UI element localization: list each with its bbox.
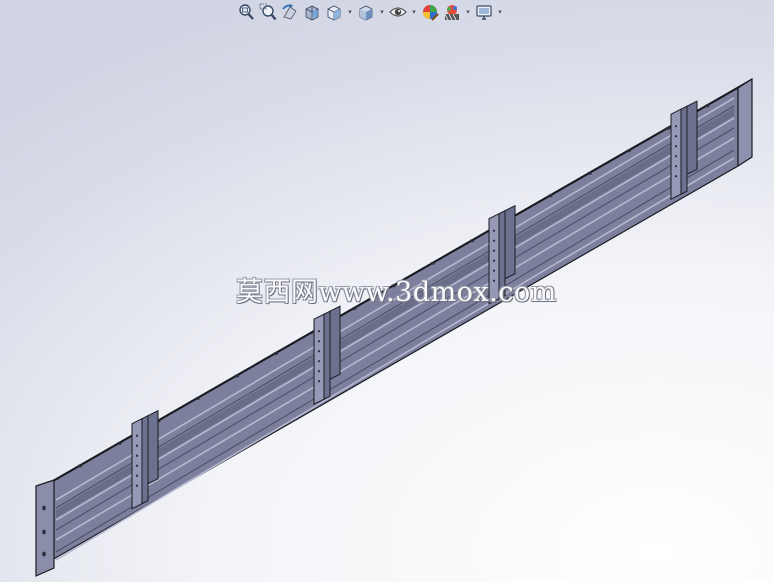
- bracket-flange: [147, 409, 159, 485]
- display-style-icon: [359, 5, 373, 21]
- bracket-upright-side: [498, 209, 506, 300]
- view-orientation-icon: [327, 5, 341, 21]
- bracket-bolt: [135, 464, 139, 467]
- chevron-down-icon[interactable]: ▾: [346, 2, 354, 22]
- bracket-bolt: [492, 279, 496, 282]
- bracket-bolt: [492, 259, 496, 262]
- mounting-hole: [665, 126, 671, 130]
- beam-end-cap-right: [737, 77, 753, 168]
- end-plate-hole: [42, 551, 46, 557]
- mounting-hole: [626, 149, 631, 153]
- bracket-bolt: [674, 175, 678, 178]
- bracket-bolt: [317, 380, 321, 383]
- bracket-flange: [329, 305, 341, 381]
- bracket-bolt: [135, 454, 139, 457]
- bracket-bolt: [135, 444, 139, 447]
- mounting-hole: [352, 306, 357, 310]
- beam-rail-line: [55, 137, 735, 541]
- mounting-hole: [587, 171, 592, 175]
- view-settings-button[interactable]: [474, 2, 494, 22]
- end-plate-hole: [42, 505, 46, 511]
- bracket-bolt: [674, 135, 678, 138]
- mounting-hole: [195, 396, 200, 400]
- beam-rail-line: [55, 149, 735, 553]
- mounting-hole: [548, 194, 553, 198]
- bracket-upright-side: [680, 105, 688, 196]
- section-view-icon: [305, 5, 319, 21]
- view-orientation-button[interactable]: [324, 2, 344, 22]
- hide-show-items-button[interactable]: [388, 2, 408, 22]
- bracket-upright-side: [323, 310, 331, 401]
- bracket-flange: [504, 204, 516, 280]
- bracket-bolt: [317, 340, 321, 343]
- bracket-bolt: [492, 229, 496, 232]
- mounting-hole: [469, 239, 475, 243]
- previous-view-button[interactable]: [280, 2, 300, 22]
- mounting-hole: [391, 284, 396, 288]
- hide-show-items-icon: [389, 7, 407, 17]
- mounting-hole: [273, 351, 279, 355]
- bracket-upright-side: [141, 414, 149, 505]
- bracket-bolt: [492, 249, 496, 252]
- bracket-upright: [670, 108, 682, 201]
- chevron-down-icon[interactable]: ▾: [464, 2, 472, 22]
- mounting-hole: [77, 464, 83, 468]
- chevron-down-icon[interactable]: ▾: [496, 2, 504, 22]
- bracket-bolt: [135, 484, 139, 487]
- bracket-bolt: [492, 269, 496, 272]
- chevron-down-icon[interactable]: ▾: [410, 2, 418, 22]
- beam-assembly-model[interactable]: [0, 0, 774, 582]
- mounting-hole: [705, 104, 710, 108]
- end-plate-hole: [42, 529, 46, 535]
- bracket-bolt: [135, 474, 139, 477]
- bracket-bolt: [674, 125, 678, 128]
- bracket-bolt: [317, 330, 321, 333]
- display-style-button[interactable]: [356, 2, 376, 22]
- beam-rail-line: [55, 157, 735, 561]
- apply-scene-button[interactable]: [442, 2, 462, 22]
- bracket-bolt: [317, 360, 321, 363]
- bracket-upright: [488, 212, 500, 305]
- zoom-to-fit-icon: [239, 4, 254, 20]
- mounting-hole: [117, 441, 122, 445]
- edit-appearance-icon: [423, 5, 439, 21]
- view-settings-icon: [476, 5, 492, 20]
- bracket-bolt: [492, 239, 496, 242]
- section-view-button[interactable]: [302, 2, 322, 22]
- beam-end-plate-left: [35, 479, 55, 577]
- zoom-to-area-icon: [259, 3, 277, 21]
- bracket-bolt: [135, 434, 139, 437]
- bracket-bolt: [674, 165, 678, 168]
- bracket-bolt: [674, 155, 678, 158]
- previous-view-icon: [282, 4, 297, 20]
- apply-scene-icon: [444, 5, 459, 21]
- bracket-upright: [131, 417, 143, 510]
- graphics-viewport[interactable]: [0, 0, 774, 582]
- edit-appearance-button[interactable]: [420, 2, 440, 22]
- bracket-bolt: [674, 145, 678, 148]
- bracket-bolt: [317, 350, 321, 353]
- bracket-upright: [313, 313, 325, 406]
- bracket-bolt: [317, 370, 321, 373]
- chevron-down-icon[interactable]: ▾: [378, 2, 386, 22]
- zoom-to-area-button[interactable]: [258, 2, 278, 22]
- heads-up-view-toolbar: ▾ ▾ ▾ ▾ ▾: [236, 0, 504, 24]
- mounting-hole: [234, 374, 239, 378]
- mounting-hole: [430, 261, 435, 265]
- zoom-to-fit-button[interactable]: [236, 2, 256, 22]
- bracket-flange: [686, 100, 698, 176]
